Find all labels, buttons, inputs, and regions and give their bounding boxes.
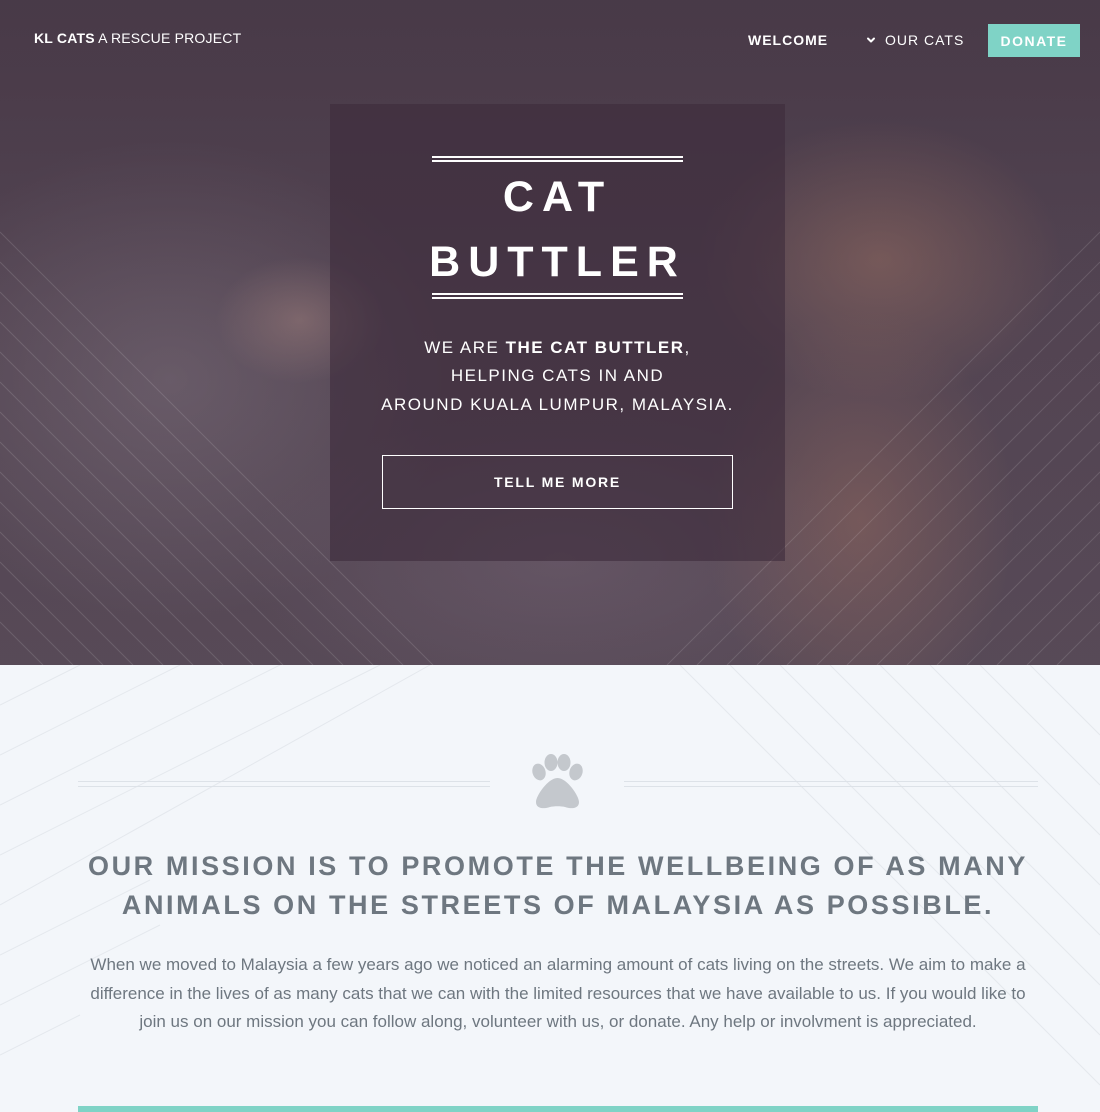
hero-title-line1: CAT	[502, 173, 613, 221]
hero-title-line2: BUTTLER	[429, 238, 686, 286]
nav-welcome-link[interactable]: WELCOME	[748, 32, 828, 48]
mission-heading: OUR MISSION IS TO PROMOTE THE WELLBEING …	[87, 851, 1029, 920]
mission-body-text: When we moved to Malaysia a few years ag…	[90, 955, 1026, 1031]
title-rule-bottom	[432, 293, 683, 299]
mission-section: OUR MISSION IS TO PROMOTE THE WELLBEING …	[0, 665, 1100, 1112]
nav-our-cats-dropdown[interactable]: OUR CATS	[865, 32, 964, 48]
brand-logo-link[interactable]: KL CATS A RESCUE PROJECT	[34, 30, 241, 46]
hero-subtitle-pre: WE ARE	[424, 338, 506, 357]
title-rule-top	[432, 156, 683, 162]
donate-button[interactable]: DONATE	[988, 24, 1080, 57]
hero-section: KL CATS A RESCUE PROJECT WELCOME OUR CAT…	[0, 0, 1100, 665]
accent-bar	[78, 1106, 1038, 1112]
hero-subtitle-post: ,	[684, 338, 691, 357]
chevron-down-icon	[867, 37, 875, 43]
divider-left	[78, 781, 490, 787]
hero-subtitle-line2: HELPING CATS IN AND	[450, 366, 665, 385]
paw-icon	[532, 754, 583, 809]
tell-me-more-button[interactable]: TELL ME MORE	[382, 455, 733, 509]
hero-subtitle-line3: AROUND KUALA LUMPUR, MALAYSIA.	[381, 395, 734, 414]
divider-right	[624, 781, 1038, 787]
hero-card: CAT BUTTLER WE ARE THE CAT BUTTLER, HELP…	[330, 104, 785, 561]
brand-name: KL CATS	[34, 30, 95, 46]
hero-subtitle-strong: THE CAT BUTTLER	[505, 338, 685, 357]
nav-our-cats-label: OUR CATS	[885, 32, 965, 48]
brand-tagline: A RESCUE PROJECT	[94, 30, 242, 46]
hero-subtitle-line1: WE ARE THE CAT BUTTLER,	[330, 338, 785, 358]
